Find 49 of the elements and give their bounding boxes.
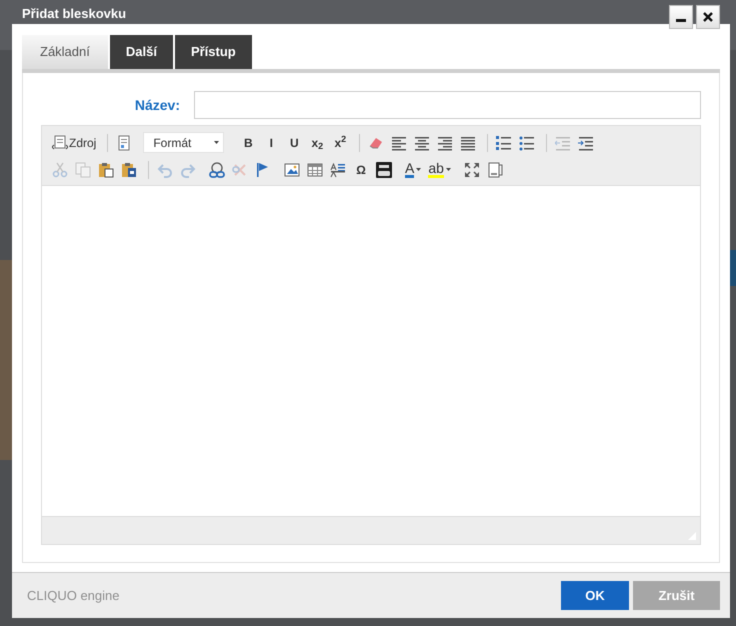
color-button[interactable]: A [403, 159, 424, 180]
image-icon [284, 162, 300, 178]
paste-word-icon [121, 162, 137, 178]
indent-icon [578, 134, 594, 150]
source-button[interactable]: Zdroj [50, 132, 98, 153]
format-button[interactable]: Ω [351, 159, 371, 180]
text-field-icon [330, 162, 346, 178]
undo-icon [157, 162, 173, 178]
tab[interactable]: Základní [22, 35, 108, 69]
minimize-button[interactable] [669, 5, 693, 29]
caret-icon [214, 141, 220, 144]
tab[interactable]: Přístup [174, 35, 252, 69]
close-icon [703, 12, 713, 22]
dialog-title: Přidat bleskovku [22, 6, 126, 22]
close-button[interactable] [696, 5, 720, 29]
redo-icon [180, 162, 196, 178]
copy-icon [75, 162, 91, 178]
align-right-icon [437, 134, 454, 150]
blocks-icon [486, 162, 503, 178]
format-button[interactable]: B [238, 132, 258, 153]
document-icon [116, 134, 132, 150]
title-input-field[interactable] [194, 91, 701, 119]
minimize-icon [676, 19, 686, 22]
format-button[interactable]: x$_{2}$ [307, 132, 328, 153]
align-center-icon [414, 134, 430, 150]
scissors-icon [52, 162, 68, 178]
caret-icon [416, 168, 422, 171]
caret-icon [446, 168, 451, 171]
format-button[interactable]: x$^{2}$ [330, 132, 350, 153]
color-button[interactable]: ab [426, 159, 453, 180]
bulleted-list-icon [519, 134, 536, 150]
field-label: Název: [134, 96, 181, 114]
brand-text: CLIQUO engine [27, 588, 120, 603]
maximize-icon [464, 162, 480, 178]
unlink-icon [232, 162, 248, 178]
paste-icon [98, 162, 114, 178]
format-button[interactable]: U [284, 132, 304, 153]
link-icon [209, 162, 225, 178]
outdent-icon [555, 134, 572, 150]
format-dropdown[interactable]: Formát [143, 132, 224, 153]
tab[interactable]: Další [110, 35, 173, 69]
align-left-icon [391, 134, 408, 150]
numbered-list-icon [496, 134, 512, 150]
ok-button[interactable]: OK [561, 581, 629, 610]
source-code-icon [52, 134, 68, 150]
format-button[interactable]: I [261, 132, 282, 153]
justify-icon [460, 134, 476, 150]
page-background-bar [730, 250, 736, 286]
table-icon [307, 162, 323, 178]
